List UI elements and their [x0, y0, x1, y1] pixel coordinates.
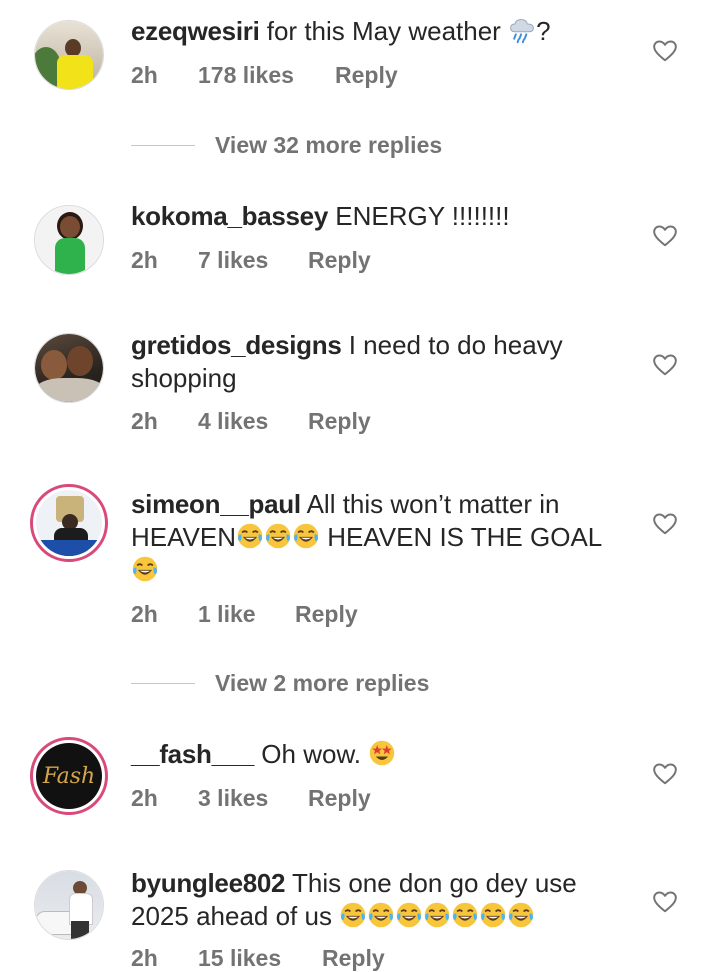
- comment-likes[interactable]: 15 likes: [198, 945, 322, 972]
- comment-meta: 2h 178 likes Reply: [131, 62, 398, 89]
- view-more-replies[interactable]: View 2 more replies: [131, 670, 429, 697]
- laughing-emoji: [479, 901, 507, 929]
- laughing-emoji: [236, 522, 264, 550]
- laughing-emoji: [395, 901, 423, 929]
- comment-meta: 2h 3 likes Reply: [131, 785, 371, 812]
- view-more-replies[interactable]: View 32 more replies: [131, 132, 442, 159]
- laughing-emoji: [131, 555, 159, 583]
- avatar-story-ring[interactable]: [30, 484, 108, 562]
- comment-time: 2h: [131, 601, 158, 627]
- comment-username[interactable]: kokoma_bassey: [131, 201, 328, 231]
- avatar[interactable]: [34, 333, 104, 403]
- comment-meta: 2h 1 like Reply: [131, 601, 358, 628]
- heart-outline-icon[interactable]: [652, 761, 678, 787]
- comment-body: ENERGY !!!!!!!!: [335, 201, 510, 231]
- comment-text: gretidos_designs I need to do heavy shop…: [131, 329, 611, 395]
- star-eyes-emoji: [368, 739, 396, 767]
- comment-body-continued: HEAVEN IS THE GOAL: [327, 522, 603, 552]
- comment-time: 2h: [131, 785, 158, 811]
- avatar[interactable]: [34, 870, 104, 940]
- comment-text: ezeqwesiri for this May weather ?: [131, 15, 611, 48]
- rain-cloud-emoji: [508, 16, 536, 44]
- comment-meta: 2h 4 likes Reply: [131, 408, 371, 435]
- fash-logo: Fash: [42, 763, 96, 789]
- comment-body-suffix: ?: [536, 16, 551, 46]
- reply-button[interactable]: Reply: [295, 601, 358, 628]
- heart-outline-icon[interactable]: [652, 889, 678, 915]
- comment-meta: 2h 7 likes Reply: [131, 247, 371, 274]
- heart-outline-icon[interactable]: [652, 511, 678, 537]
- comment-time: 2h: [131, 408, 158, 434]
- laughing-emoji: [292, 522, 320, 550]
- laughing-emoji: [339, 901, 367, 929]
- laughing-emoji: [264, 522, 292, 550]
- reply-button[interactable]: Reply: [335, 62, 398, 89]
- comment-username[interactable]: byunglee802: [131, 868, 286, 898]
- divider-line: [131, 683, 195, 684]
- reply-button[interactable]: Reply: [308, 408, 371, 435]
- comment-time: 2h: [131, 62, 158, 88]
- comment-likes[interactable]: 3 likes: [198, 785, 308, 812]
- laughing-emoji: [507, 901, 535, 929]
- comment-username[interactable]: gretidos_designs: [131, 330, 342, 360]
- avatar-story-ring[interactable]: Fash: [30, 737, 108, 815]
- comment-likes[interactable]: 4 likes: [198, 408, 308, 435]
- heart-outline-icon[interactable]: [652, 38, 678, 64]
- view-more-label[interactable]: View 32 more replies: [215, 132, 442, 159]
- heart-outline-icon[interactable]: [652, 223, 678, 249]
- comment-text: simeon__paul All this won’t matter in HE…: [131, 488, 611, 587]
- comment-likes[interactable]: 7 likes: [198, 247, 308, 274]
- divider-line: [131, 145, 195, 146]
- laughing-emoji: [451, 901, 479, 929]
- comment-time: 2h: [131, 247, 158, 273]
- view-more-label[interactable]: View 2 more replies: [215, 670, 429, 697]
- comment-meta: 2h 15 likes Reply: [131, 945, 385, 972]
- comment-username[interactable]: __fash___: [131, 739, 254, 769]
- comment-likes[interactable]: 178 likes: [198, 62, 335, 89]
- comment-text: kokoma_bassey ENERGY !!!!!!!!: [131, 200, 611, 233]
- avatar[interactable]: [34, 20, 104, 90]
- comment-time: 2h: [131, 945, 158, 971]
- laughing-emoji: [367, 901, 395, 929]
- comment-username[interactable]: simeon__paul: [131, 489, 301, 519]
- avatar[interactable]: [34, 205, 104, 275]
- comment-body: Oh wow.: [261, 739, 362, 769]
- laughing-emoji: [423, 901, 451, 929]
- comment-username[interactable]: ezeqwesiri: [131, 16, 260, 46]
- reply-button[interactable]: Reply: [308, 785, 371, 812]
- heart-outline-icon[interactable]: [652, 352, 678, 378]
- comment-likes[interactable]: 1 like: [198, 601, 295, 628]
- comment-text: byunglee802 This one don go dey use 2025…: [131, 867, 611, 933]
- reply-button[interactable]: Reply: [308, 247, 371, 274]
- comment-text: __fash___ Oh wow.: [131, 738, 611, 771]
- reply-button[interactable]: Reply: [322, 945, 385, 972]
- comment-body: for this May weather: [266, 16, 501, 46]
